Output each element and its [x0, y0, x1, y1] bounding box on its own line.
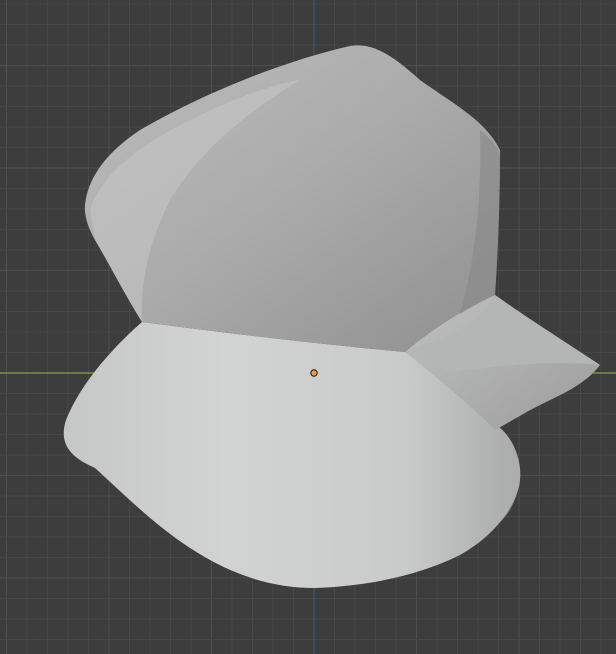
origin-dot-icon[interactable]: [310, 369, 318, 377]
3d-viewport[interactable]: [0, 0, 616, 654]
viewport-canvas[interactable]: [0, 0, 616, 654]
